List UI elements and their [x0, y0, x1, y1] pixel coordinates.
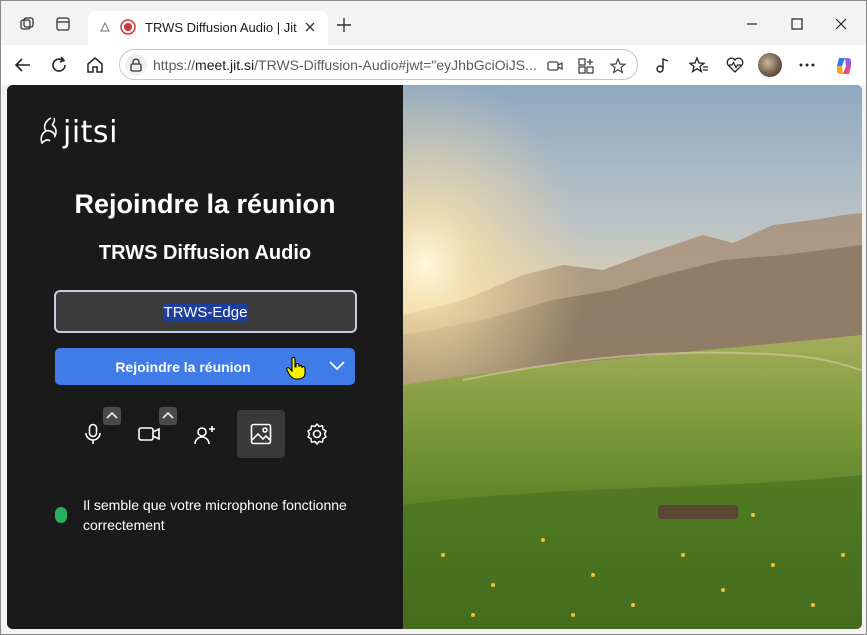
recording-icon — [120, 19, 136, 35]
browser-window: TRWS Diffusion Audio | Jitsi Meet — [0, 0, 867, 635]
hand-cursor-icon — [285, 356, 307, 380]
join-options-chevron-icon[interactable] — [327, 358, 347, 374]
chevron-up-icon — [106, 411, 118, 419]
close-tab-icon[interactable] — [302, 19, 318, 35]
address-bar[interactable]: https://meet.jit.si/TRWS-Diffusion-Audio… — [119, 49, 638, 80]
settings-button[interactable] — [293, 410, 341, 458]
microphone-icon — [85, 423, 101, 444]
more-options-icon[interactable] — [797, 55, 817, 75]
display-name-value: TRWS-Edge — [162, 304, 249, 321]
prejoin-panel: jitsi Rejoindre la réunion TRWS Diffusio… — [7, 85, 403, 629]
jitsi-logo-icon — [40, 117, 57, 145]
new-tab-icon[interactable] — [336, 17, 352, 33]
microphone-options-button[interactable] — [103, 407, 121, 425]
camera-permission-icon[interactable] — [546, 57, 564, 75]
background-icon — [250, 423, 272, 445]
camera-options-button[interactable] — [159, 407, 177, 425]
copilot-icon[interactable] — [833, 55, 853, 75]
join-meeting-button[interactable]: Rejoindre la réunion — [55, 348, 355, 385]
workspaces-icon[interactable] — [18, 15, 36, 33]
back-icon[interactable] — [13, 55, 33, 75]
page-title: Rejoindre la réunion — [74, 189, 336, 219]
tab-jitsi[interactable]: TRWS Diffusion Audio | Jitsi Meet — [88, 11, 328, 45]
page-content: jitsi Rejoindre la réunion TRWS Diffusio… — [7, 85, 862, 629]
browser-toolbar: https://meet.jit.si/TRWS-Diffusion-Audio… — [1, 45, 866, 85]
mic-status-indicator — [55, 507, 67, 523]
app-available-icon[interactable] — [577, 57, 595, 75]
browser-essentials-icon[interactable] — [725, 55, 745, 75]
jitsi-logo: jitsi — [37, 115, 118, 150]
background-button[interactable] — [237, 410, 285, 458]
meeting-name: TRWS Diffusion Audio — [98, 242, 312, 264]
title-bar: TRWS Diffusion Audio | Jitsi Meet — [1, 1, 866, 45]
invite-icon — [194, 426, 215, 445]
logo-text: jitsi — [63, 115, 118, 150]
maximize-icon[interactable] — [790, 17, 804, 31]
tab-title: TRWS Diffusion Audio | Jitsi Meet — [145, 20, 297, 35]
join-button-label: Rejoindre la réunion — [115, 359, 251, 375]
minimize-icon[interactable] — [745, 17, 759, 31]
home-icon[interactable] — [85, 55, 105, 75]
favorite-star-icon[interactable] — [609, 57, 627, 75]
tab-actions-icon[interactable] — [54, 15, 72, 33]
pinned-tab-icon — [98, 20, 112, 34]
mic-status-text: Il semble que votre microphone fonctionn… — [83, 497, 347, 533]
refresh-icon[interactable] — [49, 55, 69, 75]
favorites-icon[interactable] — [688, 55, 709, 75]
camera-icon — [138, 427, 160, 441]
background-landscape-image — [403, 85, 862, 629]
display-name-input[interactable]: TRWS-Edge — [54, 290, 357, 333]
profile-avatar[interactable] — [758, 53, 782, 77]
close-window-icon[interactable] — [834, 17, 848, 31]
media-control-icon[interactable] — [653, 55, 673, 75]
invite-button[interactable] — [181, 410, 229, 458]
site-info-icon[interactable] — [125, 54, 147, 76]
chevron-up-icon — [162, 411, 174, 419]
settings-icon — [307, 423, 327, 445]
url-text: https://meet.jit.si/TRWS-Diffusion-Audio… — [153, 57, 537, 73]
